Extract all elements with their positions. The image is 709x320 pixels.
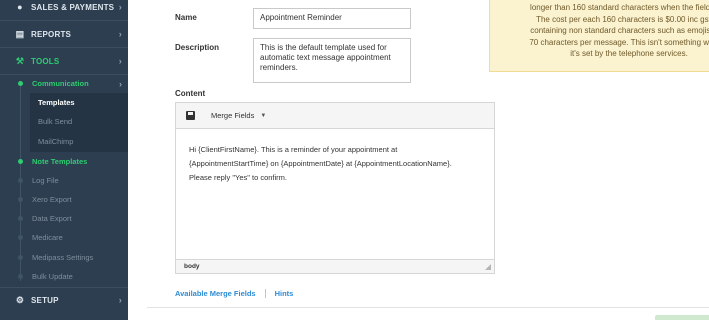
sidebar-item-bulk-send[interactable]: Bulk Send	[0, 112, 128, 131]
resize-handle-icon[interactable]	[485, 264, 491, 270]
content-line: Please reply "Yes" to confirm.	[189, 173, 288, 182]
content-label: Content	[175, 89, 206, 98]
sidebar-item-label: Communication	[32, 79, 89, 88]
sidebar-item-label: Bulk Update	[32, 272, 73, 281]
sidebar-item-medicare[interactable]: Medicare	[0, 228, 128, 247]
sidebar-item-label: MailChimp	[38, 137, 74, 146]
sidebar-item-label: Templates	[38, 98, 75, 107]
content-line: Hi {ClientFirstName}. This is a reminder…	[189, 145, 398, 154]
element-path: body	[184, 263, 200, 270]
chevron-right-icon: ›	[118, 56, 122, 66]
sidebar-item-label: Log File	[32, 176, 59, 185]
notice-line: containing non standard characters such …	[530, 26, 709, 35]
link-separator	[264, 289, 266, 298]
caret-down-icon[interactable]: ▼	[260, 113, 266, 119]
name-label: Name	[175, 13, 197, 22]
editor-toolbar: Merge Fields ▼	[176, 103, 494, 129]
chevron-right-icon: ›	[118, 2, 122, 12]
dollar-icon: ●	[17, 2, 23, 12]
sidebar-item-medipass-settings[interactable]: Medipass Settings	[0, 248, 128, 267]
hints-link[interactable]: Hints	[275, 289, 294, 298]
sidebar-item-label: REPORTS	[31, 29, 72, 39]
bullet-icon	[18, 216, 23, 221]
wrench-icon: ⚒	[15, 55, 25, 66]
sidebar-item-label: Bulk Send	[38, 117, 73, 126]
sidebar-item-setup[interactable]: ⚙ SETUP ›	[0, 287, 128, 313]
sidebar-item-communication[interactable]: Communication ›	[0, 74, 128, 93]
notice-line: 70 characters per message. This isn't so…	[529, 37, 709, 47]
bullet-icon	[18, 235, 23, 240]
chevron-right-icon: ›	[119, 78, 122, 89]
sidebar-item-reports[interactable]: ▤ REPORTS ›	[0, 21, 128, 47]
notice-line: longer than 160 standard characters when…	[530, 3, 709, 12]
bullet-icon	[18, 197, 23, 202]
sidebar-item-label: Medicare	[32, 233, 63, 242]
bullet-icon	[18, 274, 23, 279]
floppy-disk-icon[interactable]	[186, 111, 195, 120]
sidebar-item-xero-export[interactable]: Xero Export	[0, 190, 128, 209]
sidebar-item-label: Data Export	[32, 214, 72, 223]
sidebar: ● SALES & PAYMENTS › ▤ REPORTS › ⚒ TOOLS…	[0, 0, 128, 320]
save-button-edge[interactable]	[655, 315, 709, 320]
notice-line: The cost per each 160 characters is $0.0…	[536, 14, 709, 24]
chevron-right-icon: ›	[118, 29, 122, 39]
sidebar-item-mailchimp[interactable]: MailChimp	[0, 132, 128, 151]
merge-fields-dropdown[interactable]: Merge Fields	[211, 111, 254, 120]
chevron-right-icon: ›	[118, 295, 122, 305]
sidebar-item-label: SALES & PAYMENTS	[31, 2, 115, 12]
sidebar-item-label: TOOLS	[31, 56, 60, 66]
sidebar-item-tools[interactable]: ⚒ TOOLS ›	[0, 48, 128, 74]
editor-links: Available Merge Fields Hints	[175, 289, 293, 298]
sidebar-item-label: Note Templates	[32, 157, 88, 166]
sidebar-item-log-file[interactable]: Log File	[0, 171, 128, 190]
editor-statusbar: body	[176, 259, 494, 273]
description-field[interactable]: This is the default template used for au…	[253, 38, 411, 83]
name-field[interactable]: Appointment Reminder	[253, 8, 411, 29]
bullet-icon	[18, 178, 23, 183]
sidebar-item-data-export[interactable]: Data Export	[0, 209, 128, 228]
divider	[147, 307, 709, 308]
editor-content[interactable]: Hi {ClientFirstName}. This is a reminder…	[176, 129, 494, 199]
bullet-icon	[18, 81, 23, 86]
sidebar-item-templates[interactable]: Templates	[0, 93, 128, 112]
notice-line: it's set by the telephone services.	[570, 49, 688, 58]
sidebar-item-label: Xero Export	[32, 195, 72, 204]
sidebar-item-sales-payments[interactable]: ● SALES & PAYMENTS ›	[0, 0, 128, 20]
available-merge-fields-link[interactable]: Available Merge Fields	[175, 289, 256, 298]
gear-icon: ⚙	[15, 294, 25, 305]
sidebar-item-bulk-update[interactable]: Bulk Update	[0, 267, 128, 286]
content-line: {AppointmentStartTime} on {AppointmentDa…	[189, 159, 452, 168]
sidebar-item-label: Medipass Settings	[32, 253, 94, 262]
bar-chart-icon: ▤	[15, 28, 25, 39]
sidebar-item-note-templates[interactable]: Note Templates	[0, 152, 128, 171]
content-editor[interactable]: Merge Fields ▼ Hi {ClientFirstName}. Thi…	[175, 102, 495, 274]
sidebar-item-label: SETUP	[31, 295, 59, 305]
sms-cost-notice: longer than 160 standard characters when…	[489, 0, 709, 72]
description-label: Description	[175, 43, 220, 52]
bullet-icon	[18, 159, 23, 164]
bullet-icon	[18, 255, 23, 260]
